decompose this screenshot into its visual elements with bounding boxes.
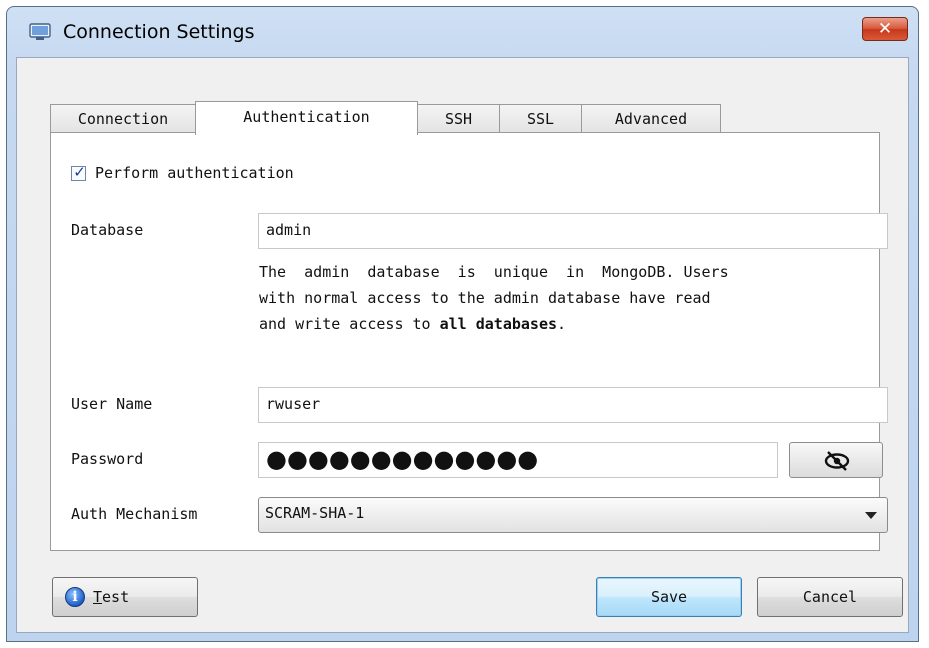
eye-hidden-icon [824, 451, 850, 471]
database-label: Database [71, 221, 144, 239]
tab-authentication[interactable]: Authentication [195, 101, 418, 135]
save-button[interactable]: Save [596, 577, 742, 617]
tab-ssh[interactable]: SSH [417, 104, 500, 133]
password-input[interactable]: ●●●●●●●●●●●●● [258, 442, 778, 478]
close-icon: ✕ [877, 19, 893, 39]
test-button-label: Test [93, 588, 130, 606]
password-masked-value: ●●●●●●●●●●●●● [266, 445, 539, 473]
perform-authentication-label[interactable]: Perform authentication [95, 164, 294, 182]
username-input[interactable]: rwuser [258, 387, 888, 423]
chevron-down-icon [865, 512, 877, 519]
checkmark-icon: ✓ [73, 163, 86, 181]
close-button[interactable]: ✕ [862, 17, 908, 41]
username-label: User Name [71, 395, 153, 413]
auth-mechanism-label: Auth Mechanism [71, 505, 198, 523]
window-title: Connection Settings [63, 21, 255, 43]
database-description: The admin database is unique in MongoDB.… [259, 263, 729, 333]
title-bar: Connection Settings ✕ [7, 7, 918, 57]
tab-advanced[interactable]: Advanced [581, 104, 721, 133]
connection-settings-dialog: Connection Settings ✕ Connection Authent… [6, 6, 919, 642]
database-input[interactable]: admin [258, 213, 888, 249]
auth-mechanism-select[interactable]: SCRAM-SHA-1 [258, 497, 888, 533]
dialog-body: Connection Authentication SSH SSL Advanc… [16, 57, 909, 633]
perform-authentication-checkbox[interactable]: ✓ [71, 163, 86, 181]
auth-mechanism-value: SCRAM-SHA-1 [265, 504, 365, 522]
info-icon: i [65, 587, 85, 607]
tab-ssl[interactable]: SSL [499, 104, 582, 133]
monitor-icon [29, 23, 51, 40]
show-password-button[interactable] [789, 442, 883, 478]
test-button[interactable]: i Test [52, 577, 198, 617]
authentication-panel: ✓ Perform authentication Database admin … [50, 132, 888, 551]
tab-connection[interactable]: Connection [50, 104, 196, 133]
password-label: Password [71, 450, 144, 468]
cancel-button[interactable]: Cancel [757, 577, 903, 617]
